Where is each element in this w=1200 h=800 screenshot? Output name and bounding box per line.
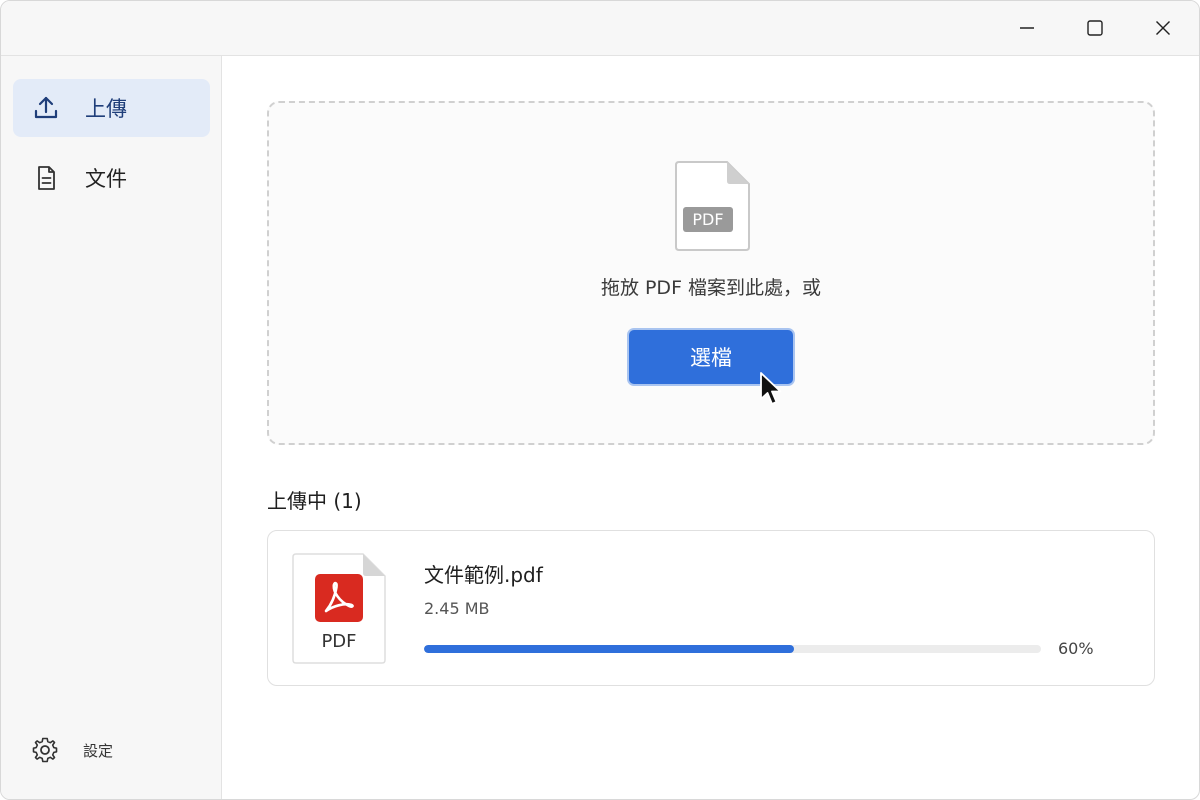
sidebar-item-upload[interactable]: 上傳 xyxy=(13,79,210,137)
pdf-thumbnail-icon: PDF xyxy=(292,553,386,664)
settings-button[interactable]: 設定 xyxy=(31,736,113,764)
sidebar-item-documents[interactable]: 文件 xyxy=(13,149,210,207)
pdf-badge-label: PDF xyxy=(692,210,723,229)
upload-progress-bar xyxy=(424,645,1041,653)
close-icon xyxy=(1156,21,1170,35)
minimize-button[interactable] xyxy=(993,1,1061,55)
minimize-icon xyxy=(1020,27,1034,29)
mouse-cursor-icon xyxy=(760,372,782,405)
document-icon xyxy=(38,166,55,190)
sidebar: 上傳 文件 設定 xyxy=(1,56,222,799)
maximize-icon xyxy=(1087,20,1103,36)
sidebar-item-label: 文件 xyxy=(85,167,127,191)
settings-label: 設定 xyxy=(83,741,114,760)
thumb-label: PDF xyxy=(321,631,356,652)
file-size: 2.45 MB xyxy=(424,599,490,618)
drop-zone[interactable]: PDF 拖放 PDF 檔案到此處，或 選檔 xyxy=(267,101,1155,445)
uploading-section-title: 上傳中 (1) xyxy=(267,489,362,513)
upload-progress-fill xyxy=(424,645,795,653)
gear-icon xyxy=(32,737,58,763)
maximize-button[interactable] xyxy=(1061,1,1129,55)
close-button[interactable] xyxy=(1129,1,1197,55)
sidebar-item-label: 上傳 xyxy=(85,97,127,121)
app-window: 上傳 文件 設定 PDF 拖放 PDF 檔案到此處，或 選檔 上傳中 (1) P… xyxy=(0,0,1200,800)
upload-icon xyxy=(34,96,58,119)
upload-file-card: PDF 文件範例.pdf 2.45 MB 60% xyxy=(267,530,1155,686)
upload-progress-label: 60% xyxy=(1058,639,1094,658)
drop-prompt: 拖放 PDF 檔案到此處，或 xyxy=(600,277,822,299)
file-name: 文件範例.pdf xyxy=(424,563,543,587)
pdf-file-icon: PDF xyxy=(675,161,750,251)
title-bar xyxy=(1,1,1199,56)
